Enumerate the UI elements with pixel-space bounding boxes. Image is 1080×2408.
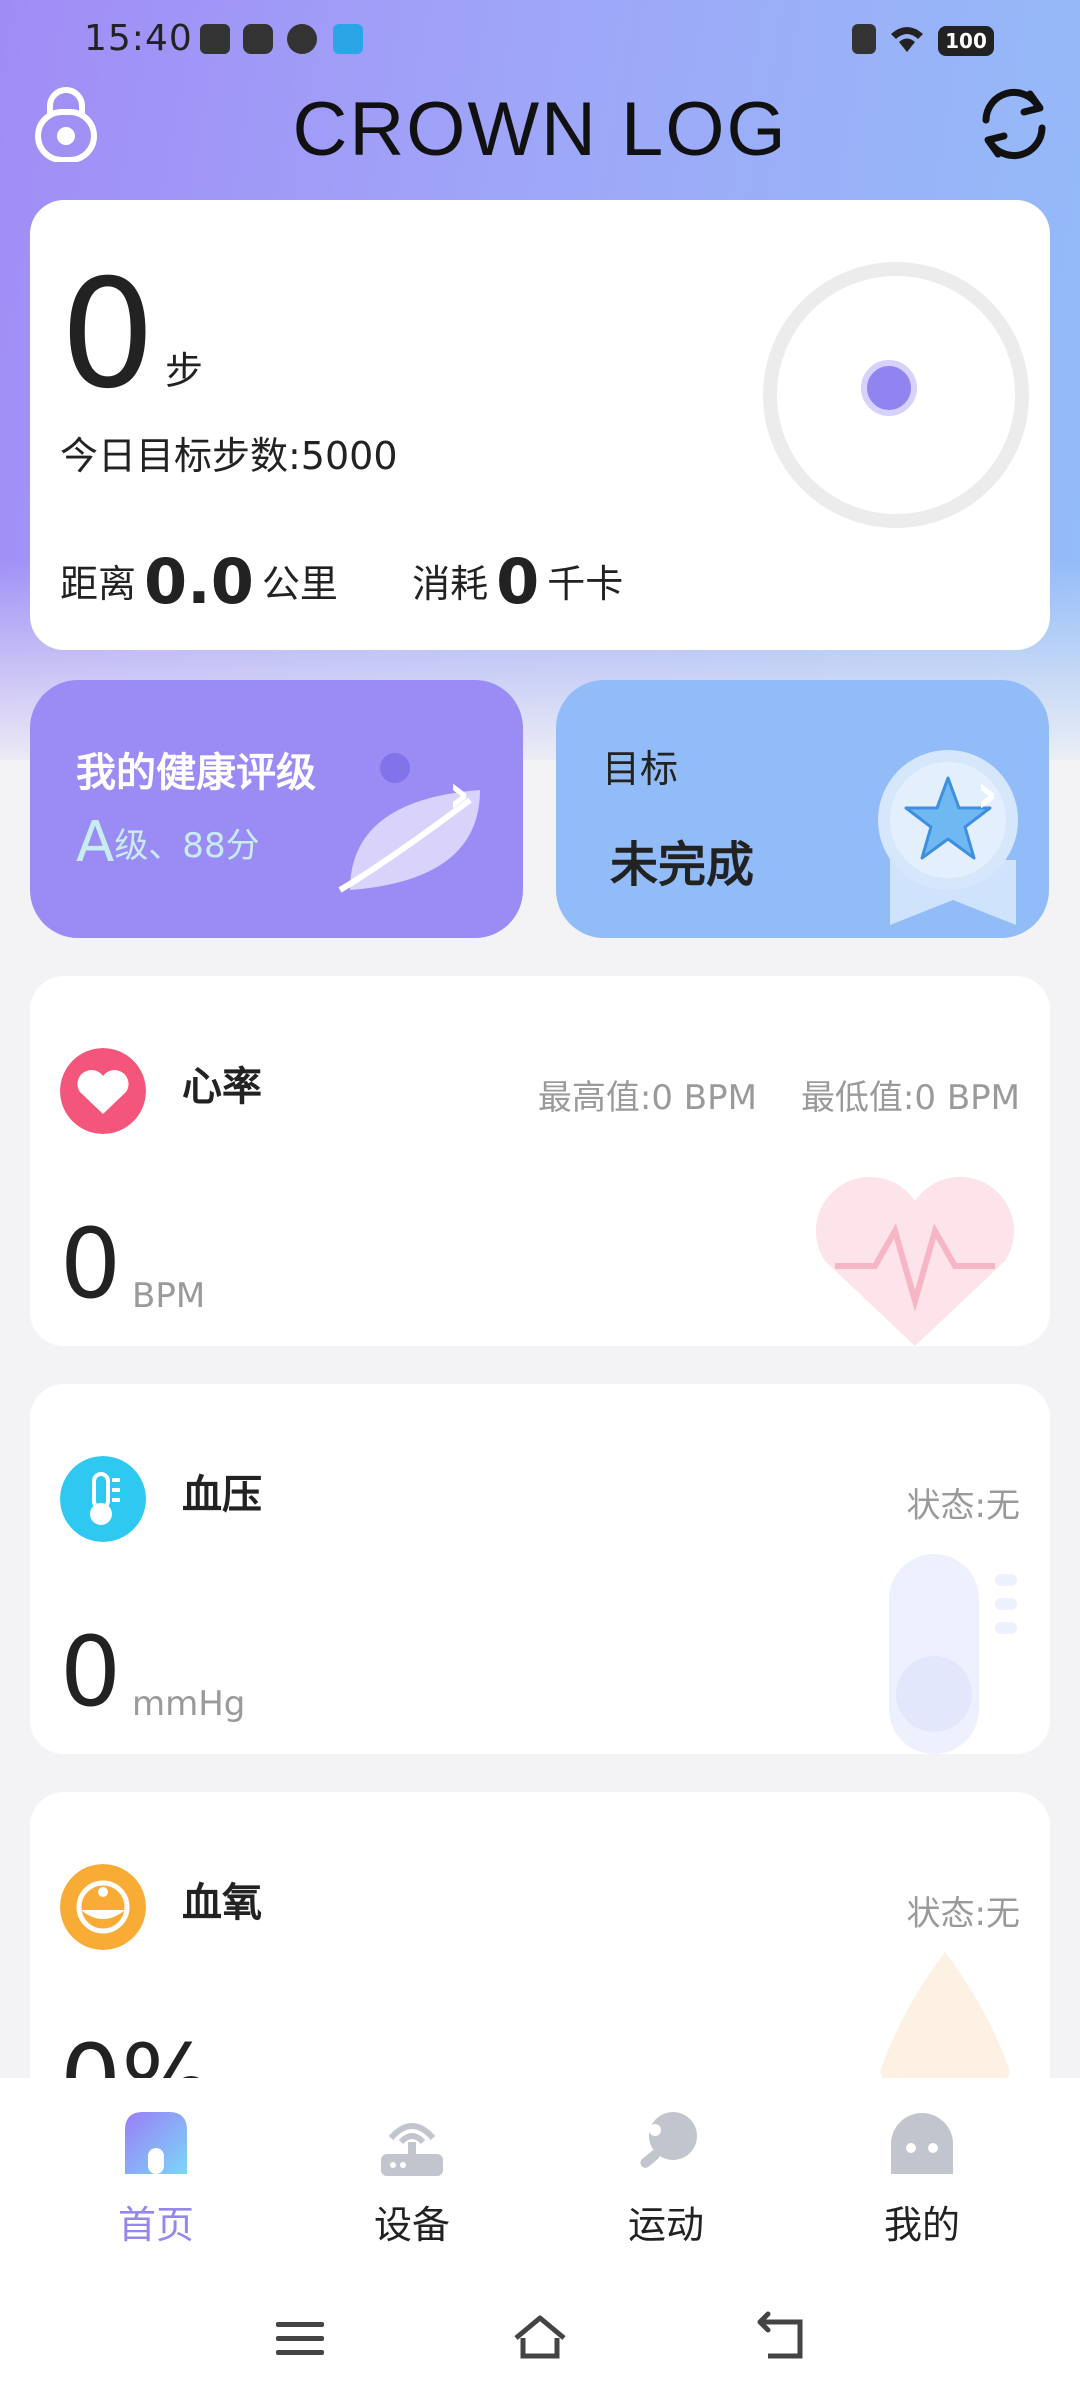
nav-item-home[interactable]: 首页 xyxy=(56,2108,256,2249)
blood-oxygen-card[interactable]: 血氧 状态:无 0% xyxy=(30,1792,1050,2112)
rating-title: 我的健康评级 xyxy=(76,750,316,796)
system-nav-bar xyxy=(0,2278,1080,2408)
calories-value: 0 xyxy=(496,545,540,618)
heartbeat-decoration-icon xyxy=(815,1176,1015,1346)
rating-score: 级、88分 xyxy=(114,826,260,866)
heart-rate-value: 0 xyxy=(60,1208,122,1320)
nav-item-sport[interactable]: 运动 xyxy=(566,2108,766,2249)
heart-rate-max: 最高值:0 BPM xyxy=(537,1078,757,1118)
rating-detail: A级、88分 xyxy=(76,810,260,875)
cat-icon xyxy=(287,24,317,54)
blood-oxygen-status: 状态:无 xyxy=(906,1894,1020,1934)
steps-value: 0 xyxy=(60,248,156,422)
steps-card[interactable]: 0 步 今日目标步数:5000 距离 0.0 公里 消耗 0 千卡 xyxy=(30,200,1050,650)
heart-rate-min: 最低值:0 BPM xyxy=(800,1078,1020,1118)
footprint-icon xyxy=(861,360,917,416)
step-goal-text: 今日目标步数:5000 xyxy=(60,434,398,478)
heart-rate-range: 最高值:0 BPM 最低值:0 BPM xyxy=(538,1070,1020,1119)
blood-pressure-value: 0 xyxy=(60,1616,122,1728)
nav-item-device[interactable]: 设备 xyxy=(312,2108,512,2249)
star-badge-icon xyxy=(878,750,1018,925)
chevron-right-icon: › xyxy=(976,762,999,825)
back-icon[interactable] xyxy=(752,2308,812,2368)
blood-pressure-card[interactable]: 血压 状态:无 0 mmHg xyxy=(30,1384,1050,1754)
distance-unit: 公里 xyxy=(261,562,338,606)
goal-status: 未完成 xyxy=(610,837,755,893)
health-rating-card[interactable]: 我的健康评级 A级、88分 › xyxy=(30,680,523,938)
app-title: CROWN LOG xyxy=(292,87,788,172)
app-icon xyxy=(333,24,363,54)
menu-icon[interactable] xyxy=(270,2308,330,2368)
device-icon xyxy=(381,2123,443,2176)
sync-icon[interactable] xyxy=(974,84,1054,164)
blood-pressure-unit: mmHg xyxy=(132,1684,246,1724)
wifi-icon xyxy=(891,27,923,52)
blood-pressure-status: 状态:无 xyxy=(906,1486,1020,1526)
nav-label-sport: 运动 xyxy=(627,2203,704,2247)
nav-label-home: 首页 xyxy=(117,2203,194,2247)
thermometer-decoration-icon xyxy=(889,1554,1017,1754)
nav-item-profile[interactable]: 我的 xyxy=(822,2108,1022,2249)
home-icon xyxy=(125,2112,187,2174)
status-time: 15:40 xyxy=(84,18,193,59)
rating-grade: A xyxy=(76,810,115,875)
distance-value: 0.0 xyxy=(144,545,254,618)
nav-label-profile: 我的 xyxy=(883,2203,960,2247)
sport-icon xyxy=(640,2112,697,2168)
leaf-icon xyxy=(338,753,480,893)
bottom-nav: 首页 设备 运动 我的 xyxy=(0,2078,1080,2278)
app-header: CROWN LOG xyxy=(0,80,1080,200)
heart-rate-unit: BPM xyxy=(132,1276,206,1316)
steps-unit: 步 xyxy=(165,349,204,393)
heart-rate-title: 心率 xyxy=(182,1064,262,1110)
oxygen-icon xyxy=(60,1864,146,1950)
clipboard-icon xyxy=(200,24,230,54)
blood-pressure-title: 血压 xyxy=(182,1472,262,1518)
heart-rate-card[interactable]: 心率 最高值:0 BPM 最低值:0 BPM 0 BPM xyxy=(30,976,1050,1346)
play-icon xyxy=(243,24,273,54)
home-nav-icon[interactable] xyxy=(510,2308,570,2368)
battery-indicator: 100 xyxy=(938,26,994,56)
goal-card[interactable]: 目标 未完成 › xyxy=(556,680,1049,938)
thermometer-icon xyxy=(60,1456,146,1542)
sim-icon xyxy=(852,24,876,54)
steps-stats-row: 距离 0.0 公里 消耗 0 千卡 xyxy=(60,545,623,618)
nav-label-device: 设备 xyxy=(373,2203,450,2247)
chevron-right-icon: › xyxy=(448,762,471,825)
profile-icon xyxy=(891,2113,953,2174)
goal-title: 目标 xyxy=(602,747,679,791)
status-bar: 15:40 100 xyxy=(0,0,1080,80)
calories-unit: 千卡 xyxy=(547,562,624,606)
blood-oxygen-title: 血氧 xyxy=(182,1880,262,1926)
distance-label: 距离 xyxy=(60,562,137,606)
heart-icon xyxy=(60,1048,146,1134)
calories-label: 消耗 xyxy=(412,562,489,606)
